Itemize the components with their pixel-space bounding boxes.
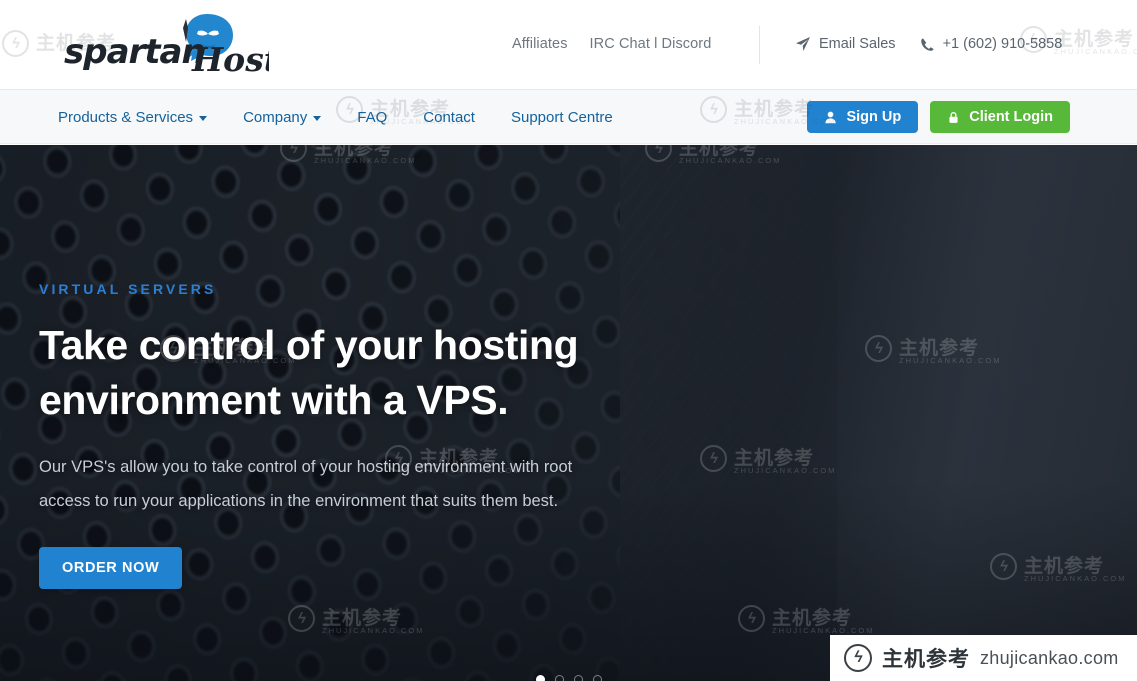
email-sales-link[interactable]: Email Sales — [795, 36, 896, 52]
svg-text:Host: Host — [191, 40, 269, 78]
lock-icon — [947, 111, 960, 124]
watermark-text-cn-4: 主机参考 — [734, 99, 815, 120]
page-root: spartan Host Affiliates IRC Chat l Disco… — [0, 0, 1137, 681]
carousel-dot-3[interactable] — [573, 675, 583, 681]
top-link-affiliates[interactable]: Affiliates — [512, 36, 568, 52]
hero-subtitle-line1: Our VPS's allow you to take control of y… — [39, 458, 573, 477]
chevron-down-icon — [199, 115, 208, 121]
top-contact-group: Email Sales +1 (602) 910-5858 — [795, 36, 1062, 52]
top-header-bar: spartan Host Affiliates IRC Chat l Disco… — [0, 0, 1137, 90]
phone-icon — [920, 37, 935, 52]
nav-item-faq[interactable]: FAQ — [357, 109, 387, 126]
hero-content: VIRTUAL SERVERS Take control of your hos… — [39, 281, 759, 589]
svg-text:spartan: spartan — [64, 32, 205, 72]
sign-up-button[interactable]: Sign Up — [807, 101, 919, 133]
chevron-down-icon-2 — [313, 115, 322, 121]
main-navigation-bar: Products & Services Company FAQ Contact … — [0, 90, 1137, 144]
nav-item-support-centre[interactable]: Support Centre — [511, 109, 613, 126]
top-link-irc-chat-discord[interactable]: IRC Chat l Discord — [590, 36, 712, 52]
nav-item-company[interactable]: Company — [243, 108, 322, 126]
client-login-label: Client Login — [969, 109, 1053, 125]
hero-eyebrow: VIRTUAL SERVERS — [39, 281, 217, 297]
top-utility-links: Affiliates IRC Chat l Discord — [512, 36, 711, 52]
site-logo[interactable]: spartan Host — [24, 8, 269, 78]
nav-links-group: Products & Services Company FAQ Contact … — [58, 90, 613, 144]
nav-item-products-services[interactable]: Products & Services — [58, 108, 208, 126]
sign-up-label: Sign Up — [846, 109, 902, 125]
header-divider — [759, 26, 760, 64]
watermark-overlay-nav-2: ϟ 主机参考 ZHUJICANKAO.COM — [700, 96, 835, 126]
watermark-badge-en: zhujicankao.com — [980, 647, 1119, 668]
carousel-dot-1[interactable] — [535, 675, 545, 681]
watermark-text-caps-1: ZHUJICANKAO.COM — [1054, 47, 1137, 56]
nav-label-support-centre: Support Centre — [510, 108, 613, 126]
nav-label-products-services: Products & Services — [58, 108, 194, 126]
hero-banner: VIRTUAL SERVERS Take control of your hos… — [0, 145, 1137, 681]
nav-label-faq: FAQ — [357, 108, 388, 126]
carousel-dot-2[interactable] — [554, 675, 564, 681]
phone-number-label: +1 (602) 910-5858 — [942, 36, 1063, 52]
nav-action-buttons: Sign Up Client Login — [807, 90, 1070, 144]
nav-label-contact: Contact — [423, 108, 475, 126]
client-login-button[interactable]: Client Login — [930, 101, 1070, 133]
hero-title-line1: Take control of your hosting — [39, 322, 579, 368]
nav-item-contact[interactable]: Contact — [423, 109, 475, 126]
hero-subtitle: Our VPS's allow you to take control of y… — [39, 451, 689, 519]
email-sales-label: Email Sales — [819, 36, 896, 52]
user-icon — [824, 111, 837, 124]
watermark-text-cn-2: 主机参考 — [1054, 29, 1135, 50]
order-now-button[interactable]: ORDER NOW — [39, 546, 183, 589]
spartan-host-logo-svg: spartan Host — [64, 14, 269, 78]
hero-title: Take control of your hosting environment… — [39, 318, 699, 427]
carousel-dot-4[interactable] — [592, 675, 602, 681]
watermark-badge-icon: ϟ — [844, 644, 872, 672]
nav-label-company: Company — [243, 108, 308, 126]
phone-link[interactable]: +1 (602) 910-5858 — [920, 36, 1063, 52]
hero-subtitle-line2: access to run your applications in the e… — [39, 491, 559, 510]
watermark-badge: ϟ 主机参考 zhujicankao.com — [830, 635, 1137, 681]
watermark-logo-icon-4: ϟ — [700, 96, 727, 123]
watermark-badge-cn: 主机参考 — [882, 647, 970, 671]
paper-plane-icon — [795, 36, 811, 52]
hero-title-line2: environment with a VPS. — [39, 376, 509, 423]
